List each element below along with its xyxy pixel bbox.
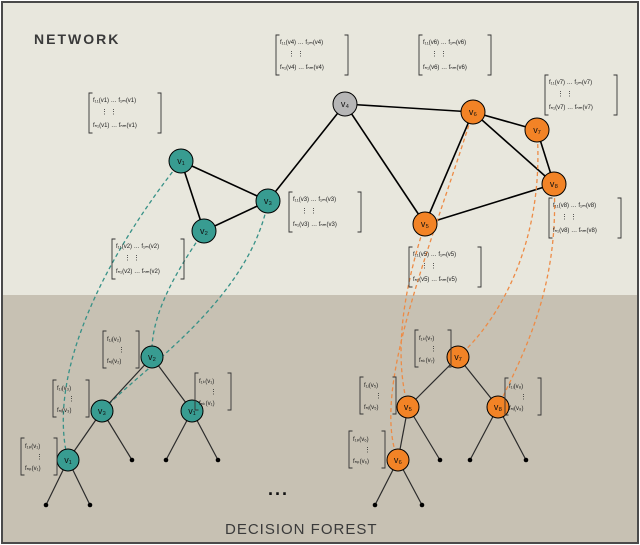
svg-text:fₙₖ(v₁): fₙₖ(v₁)	[199, 401, 215, 407]
tree-node-label: v₇	[454, 352, 462, 362]
svg-text:fₙₚ(v₆): fₙₚ(v₆)	[353, 459, 369, 465]
svg-text:fₙ₁(v2) … fₙₘ(v2): fₙ₁(v2) … fₙₘ(v2)	[116, 269, 160, 275]
leaf-dot	[420, 503, 425, 508]
svg-text:⋮ ⋮: ⋮ ⋮	[101, 109, 117, 116]
node-label-v8: v₈	[550, 179, 559, 189]
tree-node-label: v₂	[148, 352, 157, 362]
svg-text:f₁ₖ(v₁): f₁ₖ(v₁)	[199, 379, 214, 385]
tree-node-label: v₃	[98, 406, 107, 416]
svg-text:⋮: ⋮	[375, 393, 382, 400]
svg-text:fₙ₁(v8) … fₙₘ(v8): fₙ₁(v8) … fₙₘ(v8)	[553, 228, 597, 234]
svg-text:fₙₚ(v₁): fₙₚ(v₁)	[25, 466, 41, 472]
svg-text:⋮ ⋮: ⋮ ⋮	[421, 263, 437, 270]
svg-text:f₁ⱼ(v₂): f₁ⱼ(v₂)	[107, 337, 121, 343]
tree-node-label: v₈	[494, 402, 503, 412]
forest-title: DECISION FOREST	[225, 521, 378, 538]
svg-text:⋮ ⋮: ⋮ ⋮	[431, 51, 447, 58]
svg-text:f₁₁(v4) … f₁ₘ(v4): f₁₁(v4) … f₁ₘ(v4)	[280, 40, 323, 46]
leaf-dot	[130, 458, 135, 463]
diagram-root: { "titles":{"network":"NETWORK","forest"…	[0, 0, 640, 545]
svg-text:fₙ₁(v4) … fₙₘ(v4): fₙ₁(v4) … fₙₘ(v4)	[280, 65, 324, 71]
node-label-v4: v₄	[341, 99, 350, 109]
svg-text:fₙ₁(v3) … fₙₘ(v3): fₙ₁(v3) … fₙₘ(v3)	[293, 222, 337, 228]
svg-text:fₙᵢ(v₃): fₙᵢ(v₃)	[57, 408, 71, 414]
network-title: NETWORK	[34, 31, 120, 47]
svg-text:⋮: ⋮	[430, 346, 437, 353]
svg-text:fₙ₁(v7) … fₙₘ(v7): fₙ₁(v7) … fₙₘ(v7)	[549, 105, 593, 111]
svg-text:f₁ₖ(v₇): f₁ₖ(v₇)	[419, 336, 434, 342]
svg-text:f₁ᵢ(v₃): f₁ᵢ(v₃)	[57, 386, 71, 392]
svg-text:⋮: ⋮	[520, 394, 527, 401]
svg-text:f₁ᵢ(v₈): f₁ᵢ(v₈)	[509, 384, 523, 390]
svg-text:fₙ₁(v6) … fₙₘ(v6): fₙ₁(v6) … fₙₘ(v6)	[423, 65, 467, 71]
svg-text:f₁₁(v7) … f₁ₘ(v7): f₁₁(v7) … f₁ₘ(v7)	[549, 80, 592, 86]
svg-text:f₁ₚ(v₆): f₁ₚ(v₆)	[353, 437, 369, 443]
leaf-dot	[373, 503, 378, 508]
tree-node-label: v₁	[64, 455, 72, 465]
svg-text:f₁₁(v1) … f₁ₘ(v1): f₁₁(v1) … f₁ₘ(v1)	[93, 98, 136, 104]
tree-node-label: v₆	[394, 455, 403, 465]
node-label-v6: v₆	[469, 107, 478, 117]
node-label-v1: v₁	[177, 156, 185, 166]
leaf-dot	[88, 503, 93, 508]
node-label-v7: v₇	[533, 125, 541, 135]
svg-text:f₁₁(v8) … f₁ₘ(v8): f₁₁(v8) … f₁ₘ(v8)	[553, 203, 596, 209]
tree-node-label: v₅	[404, 402, 413, 412]
svg-text:⋮: ⋮	[364, 447, 371, 454]
svg-text:⋮ ⋮: ⋮ ⋮	[301, 208, 317, 215]
svg-text:⋮ ⋮: ⋮ ⋮	[561, 214, 577, 221]
diagram-svg: NETWORK DECISION FOREST ... v₁ v₂ v₃ v₄ v₅ v₆…	[0, 0, 640, 545]
leaf-dot	[524, 458, 529, 463]
svg-text:⋮: ⋮	[68, 396, 75, 403]
node-label-v3: v₃	[264, 196, 273, 206]
svg-text:fₙⱼ(v₂): fₙⱼ(v₂)	[107, 359, 121, 365]
svg-text:⋮ ⋮: ⋮ ⋮	[288, 51, 304, 58]
ellipsis-label: ...	[268, 479, 289, 499]
svg-text:f₁₁(v2) … f₁ₘ(v2): f₁₁(v2) … f₁ₘ(v2)	[116, 244, 159, 250]
svg-text:fₙₖ(v₇): fₙₖ(v₇)	[419, 358, 435, 364]
svg-text:fₙ₁(v1) … fₙₘ(v1): fₙ₁(v1) … fₙₘ(v1)	[93, 123, 137, 129]
svg-text:⋮: ⋮	[118, 347, 125, 354]
svg-text:⋮: ⋮	[36, 454, 43, 461]
svg-text:f₁ⱼ(v₅): f₁ⱼ(v₅)	[364, 383, 378, 389]
svg-text:fₙᵢ(v₈): fₙᵢ(v₈)	[509, 406, 523, 412]
leaf-dot	[164, 458, 169, 463]
svg-text:f₁₁(v6) … f₁ₘ(v6): f₁₁(v6) … f₁ₘ(v6)	[423, 40, 466, 46]
svg-text:f₁₁(v3) … f₁ₘ(v3): f₁₁(v3) … f₁ₘ(v3)	[293, 197, 336, 203]
svg-text:f₁ₚ(v₁): f₁ₚ(v₁)	[25, 444, 40, 450]
svg-text:fₙ₁(v5) … fₙₘ(v5): fₙ₁(v5) … fₙₘ(v5)	[413, 277, 457, 283]
svg-text:⋮ ⋮: ⋮ ⋮	[557, 91, 573, 98]
svg-text:f₁₁(v5) … f₁ₘ(v5): f₁₁(v5) … f₁ₘ(v5)	[413, 252, 456, 258]
svg-text:fₙⱼ(v₅): fₙⱼ(v₅)	[364, 405, 379, 411]
leaf-dot	[44, 503, 49, 508]
leaf-dot	[216, 458, 221, 463]
leaf-dot	[438, 458, 443, 463]
leaf-dot	[468, 458, 473, 463]
node-label-v2: v₂	[200, 226, 209, 236]
svg-text:⋮: ⋮	[210, 389, 217, 396]
node-label-v5: v₅	[421, 219, 430, 229]
svg-text:⋮ ⋮: ⋮ ⋮	[124, 255, 140, 262]
